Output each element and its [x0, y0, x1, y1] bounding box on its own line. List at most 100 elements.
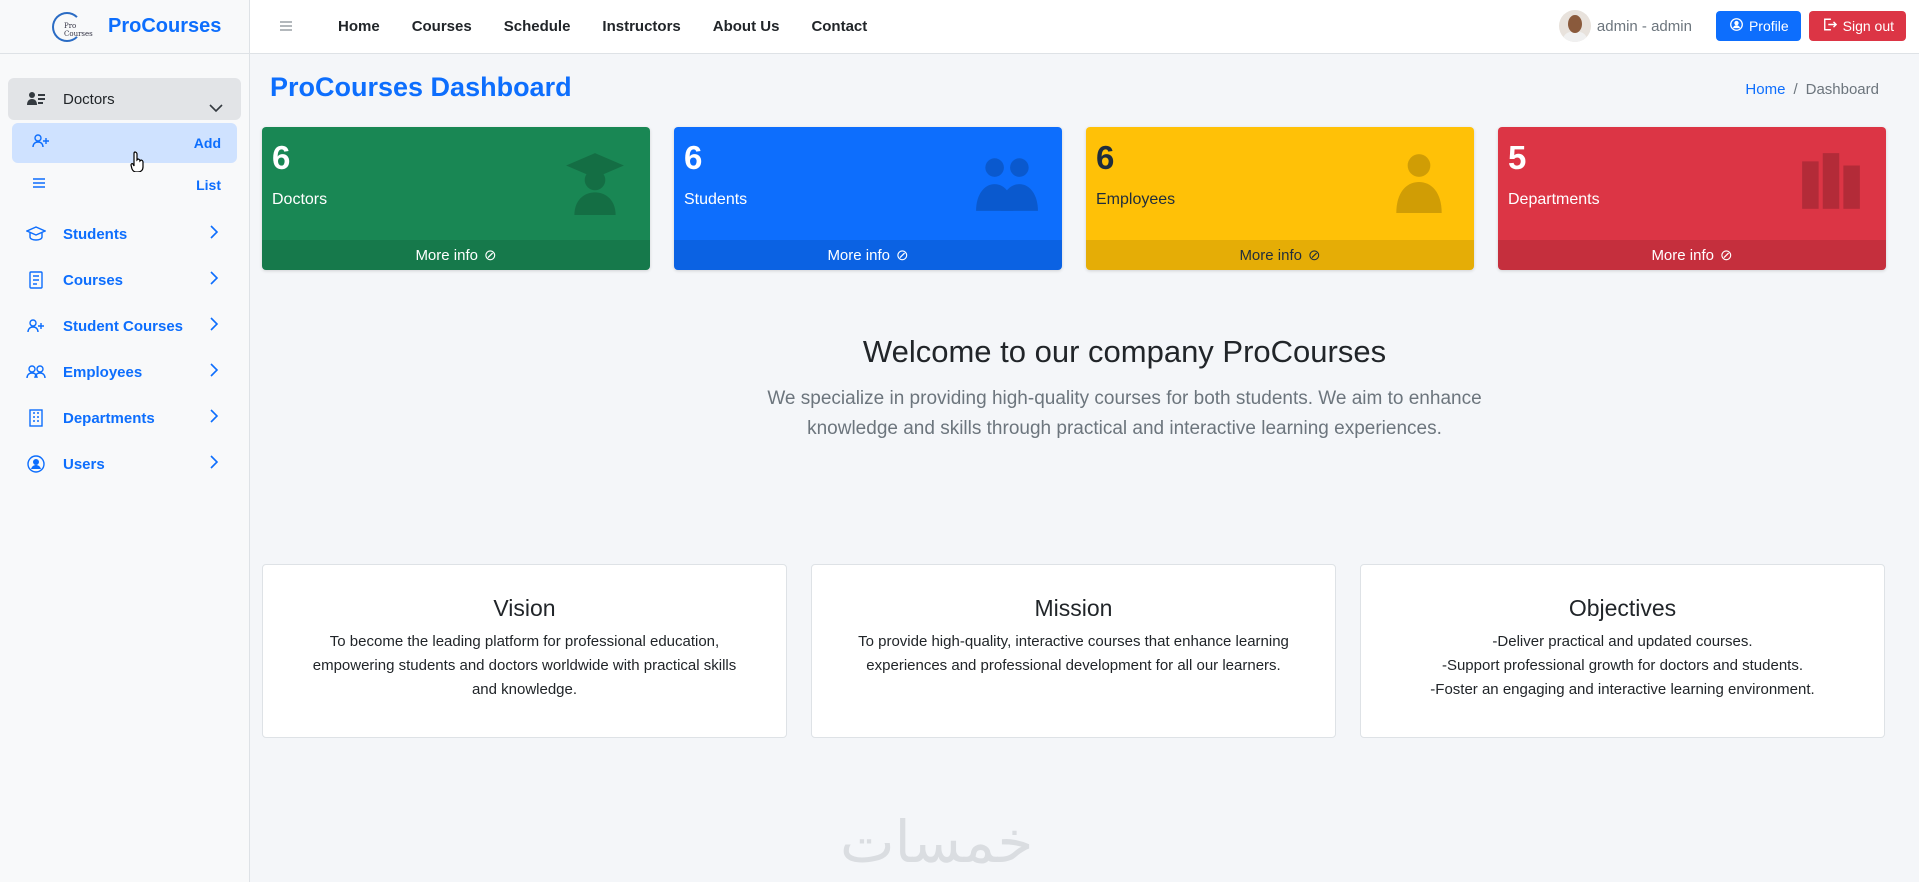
building-icon: [26, 408, 46, 428]
sidebar-nav: Doctors Add List Students Courses Studen…: [0, 54, 249, 487]
card-text: -Deliver practical and updated courses. …: [1361, 630, 1884, 702]
signout-button-label: Sign out: [1842, 18, 1894, 34]
more-info-label: More info: [827, 246, 890, 264]
nav-link-schedule[interactable]: Schedule: [488, 18, 587, 35]
more-info-link[interactable]: More info ⊘: [1498, 240, 1886, 270]
box-arrow-right-icon: [1823, 18, 1837, 34]
main-content: ProCourses Dashboard Home / Dashboard 6 Do…: [250, 54, 1919, 882]
nav-link-contact[interactable]: Contact: [795, 18, 883, 35]
link-icon: ⊘: [1719, 247, 1733, 264]
card-line: -Foster an engaging and interactive lear…: [1430, 681, 1815, 698]
brand-logo: Pro Courses: [50, 11, 93, 42]
nav-link-home[interactable]: Home: [322, 18, 396, 35]
link-icon: ⊘: [895, 247, 909, 264]
sidebar-item-label: Users: [63, 455, 105, 473]
sidebar-subitem-add[interactable]: Add: [12, 123, 237, 163]
watermark-logo: خمسات: [840, 808, 1034, 876]
more-info-link[interactable]: More info ⊘: [262, 240, 650, 270]
profile-button-label: Profile: [1748, 18, 1789, 34]
sidebar-item-label: Students: [63, 225, 128, 243]
card-text: To provide high-quality, interactive cou…: [812, 630, 1335, 678]
stat-card-employees: 6 Employees More info ⊘: [1086, 127, 1474, 270]
chevron-right-icon: [209, 455, 219, 474]
doctor-list-icon: [26, 89, 46, 109]
vision-card: Vision To become the leading platform fo…: [262, 564, 787, 738]
sidebar-item-doctors[interactable]: Doctors: [8, 78, 241, 120]
brand[interactable]: Pro Courses ProCourses: [0, 0, 249, 54]
more-info-link[interactable]: More info ⊘: [674, 240, 1062, 270]
sidebar-item-label: Doctors: [63, 90, 115, 108]
link-icon: ⊘: [1307, 247, 1321, 264]
stat-label: Doctors: [272, 191, 328, 208]
card-line: To become the leading platform for profe…: [329, 633, 720, 650]
brand-name[interactable]: ProCourses: [108, 15, 221, 38]
users-icon: [976, 158, 1038, 211]
page-title: ProCourses Dashboard: [270, 72, 572, 102]
stat-label: Students: [684, 191, 748, 208]
card-line: To provide high-quality, interactive cou…: [858, 633, 1289, 650]
sidebar: Pro Courses ProCourses Doctors Add List: [0, 0, 250, 882]
user-plus-icon: [26, 316, 46, 336]
breadcrumb: Home / Dashboard: [1745, 81, 1879, 98]
sidebar-item-departments[interactable]: Departments: [8, 395, 241, 441]
user-circle-icon: [26, 454, 46, 474]
list-icon: [32, 176, 50, 194]
card-line: -Deliver practical and updated courses.: [1492, 633, 1753, 650]
graduation-cap-icon: [26, 224, 46, 244]
stat-label: Departments: [1508, 191, 1600, 208]
stat-value: 6: [1096, 139, 1115, 176]
sidebar-subitem-list[interactable]: List: [12, 165, 237, 205]
more-info-link[interactable]: More info ⊘: [1086, 240, 1474, 270]
graduate-icon: [566, 153, 624, 215]
sidebar-item-users[interactable]: Users: [8, 441, 241, 487]
hamburger-icon[interactable]: [280, 18, 300, 36]
stat-card-students: 6 Students More info ⊘: [674, 127, 1062, 270]
sidebar-item-label: Departments: [63, 409, 155, 427]
sidebar-item-students[interactable]: Students: [8, 211, 241, 257]
breadcrumb-separator: /: [1793, 81, 1798, 98]
nav-link-courses[interactable]: Courses: [396, 18, 488, 35]
stat-value: 6: [272, 139, 291, 176]
sidebar-item-label: Employees: [63, 363, 143, 381]
welcome-line: knowledge and skills through practical a…: [807, 418, 1442, 439]
pointer-cursor-icon: [130, 151, 144, 172]
sidebar-item-courses[interactable]: Courses: [8, 257, 241, 303]
user-area: admin - admin Profile Sign out: [1558, 10, 1906, 42]
card-text: To become the leading platform for profe…: [263, 630, 786, 702]
card-line: and knowledge.: [471, 681, 578, 698]
signout-button[interactable]: Sign out: [1808, 11, 1906, 41]
books-icon: [1802, 153, 1860, 209]
chevron-right-icon: [209, 409, 219, 428]
welcome-section: Welcome to our company ProCourses We spe…: [250, 334, 1919, 444]
sidebar-item-student-courses[interactable]: Student Courses: [8, 303, 241, 349]
user-plus-icon: [32, 133, 50, 153]
avatar[interactable]: [1558, 10, 1591, 42]
user-circle-icon: [1730, 18, 1743, 34]
card-title: Mission: [1034, 595, 1113, 621]
stat-card-doctors: 6 Doctors More info ⊘: [262, 127, 650, 270]
welcome-line: We specialize in providing high-quality …: [767, 388, 1482, 409]
link-icon: ⊘: [483, 247, 497, 264]
welcome-title: Welcome to our company ProCourses: [862, 334, 1387, 369]
stat-value: 6: [684, 139, 703, 176]
chevron-right-icon: [209, 363, 219, 382]
chevron-right-icon: [209, 317, 219, 336]
chevron-down-icon: [209, 100, 223, 118]
user-icon: [1396, 154, 1442, 213]
welcome-text: We specialize in providing high-quality …: [330, 384, 1919, 444]
sidebar-item-employees[interactable]: Employees: [8, 349, 241, 395]
card-line: empowering students and doctors worldwid…: [312, 657, 737, 674]
breadcrumb-home[interactable]: Home: [1745, 81, 1785, 98]
chevron-right-icon: [209, 271, 219, 290]
profile-button[interactable]: Profile: [1715, 11, 1801, 41]
journal-icon: [26, 270, 46, 290]
stat-card-departments: 5 Departments More info ⊘: [1498, 127, 1886, 270]
nav-link-about-us[interactable]: About Us: [697, 18, 796, 35]
card-line: experiences and professional development…: [866, 657, 1281, 674]
user-name[interactable]: admin - admin: [1597, 18, 1692, 35]
nav-link-instructors[interactable]: Instructors: [586, 18, 696, 35]
stat-label: Employees: [1096, 191, 1176, 208]
objectives-card: Objectives -Deliver practical and update…: [1360, 564, 1885, 738]
breadcrumb-current: Dashboard: [1805, 81, 1879, 98]
sidebar-subitem-label: List: [196, 177, 221, 193]
